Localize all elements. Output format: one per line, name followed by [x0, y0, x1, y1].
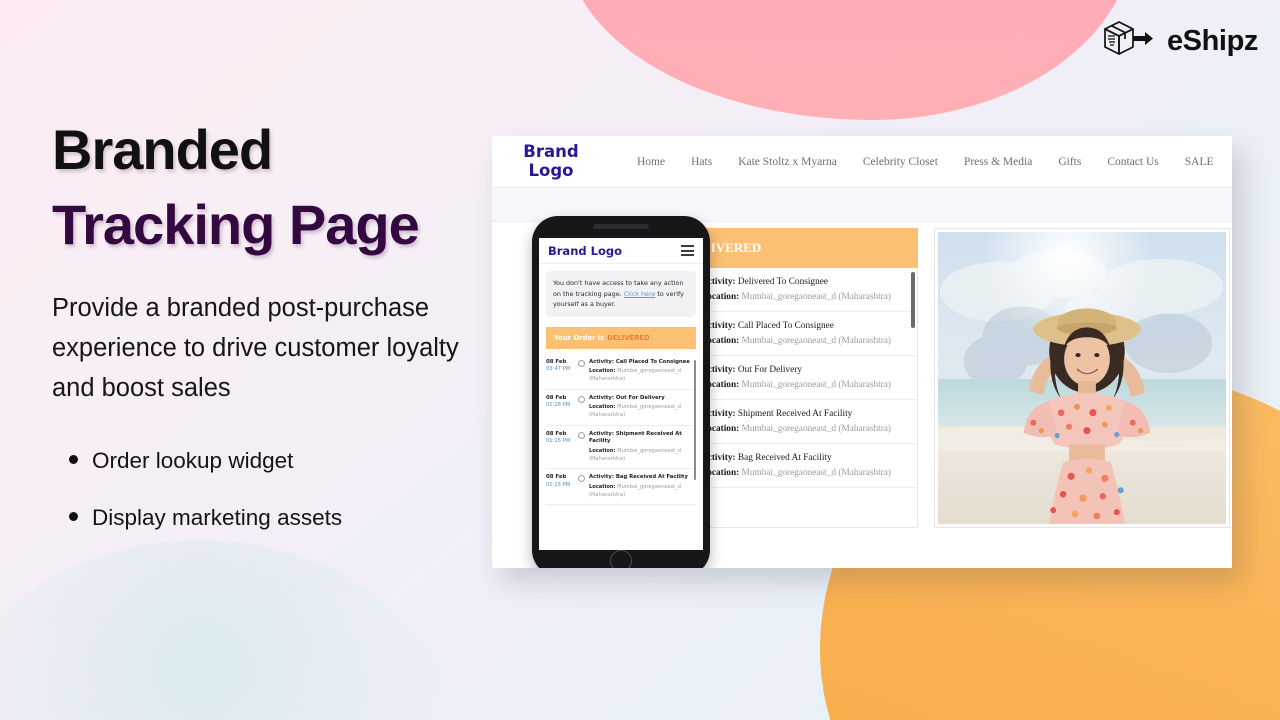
phone-screen: Brand Logo You don't have access to take…	[539, 238, 703, 550]
activity-value: Bag Received At Facility	[615, 474, 688, 481]
table-row: Activity: Bag Received At Facility Locat…	[689, 444, 917, 488]
activity-time: 01:15 PM	[546, 481, 571, 488]
headline-line-1: Branded	[52, 118, 273, 181]
table-row: Activity: Shipment Received At Facility …	[689, 400, 917, 444]
activity-date: 08 Feb	[546, 430, 567, 437]
order-status-banner-text: LIVERED	[702, 240, 762, 255]
site-navigation-bar: Brand Logo Home Hats Kate Stoltz x Myarn…	[492, 136, 1232, 188]
activity-value: Bag Received At Facility	[737, 453, 832, 463]
nav-item-home[interactable]: Home	[624, 156, 678, 168]
location-value: Mumbai_goregaoneast_d (Maharashtra)	[741, 336, 892, 346]
feature-list: Order lookup widget Display marketing as…	[52, 446, 482, 533]
marketing-asset-frame	[934, 228, 1230, 528]
activity-label: Activity:	[589, 358, 614, 365]
nav-item-sale[interactable]: SALE	[1172, 156, 1227, 168]
hero-copy: Branded Tracking Page Provide a branded …	[52, 112, 482, 561]
activity-list: Activity: Delivered To Consignee Locatio…	[688, 268, 918, 528]
list-item: Order lookup widget	[52, 446, 482, 475]
activity-label: Activity:	[589, 430, 614, 437]
location-label: Location:	[589, 404, 616, 411]
access-notice: You don't have access to take any action…	[546, 271, 696, 317]
timeline-dot-icon	[578, 395, 585, 403]
eshipz-logo-text: eShipz	[1166, 25, 1258, 57]
nav-item-kate-stoltz[interactable]: Kate Stoltz x Myarna	[725, 156, 850, 168]
nav-item-press-media[interactable]: Press & Media	[951, 156, 1045, 168]
list-item: Display marketing assets	[52, 503, 482, 532]
activity-label: Activity:	[589, 474, 614, 481]
activity-label: Activity:	[589, 394, 614, 401]
eshipz-logo: eShipz	[1099, 16, 1258, 67]
list-item: 08 Feb 01:28 PM Activity: Out For Delive…	[546, 390, 696, 426]
table-row: Activity: Call Placed To Consignee Locat…	[689, 312, 917, 356]
table-row: Activity: Delivered To Consignee Locatio…	[689, 268, 917, 312]
desktop-tracking-panel: LIVERED Activity: Delivered To Consignee…	[688, 228, 918, 528]
nav-item-celebrity-closet[interactable]: Celebrity Closet	[850, 156, 951, 168]
timeline-dot-icon	[578, 431, 585, 439]
activity-value: Call Placed To Consignee	[737, 321, 834, 331]
shipping-box-arrow-icon	[1099, 16, 1157, 67]
location-value: Mumbai_goregaoneast_d (Maharashtra)	[741, 380, 892, 390]
activity-time: 03:47 PM	[546, 366, 571, 373]
phone-header: Brand Logo	[539, 238, 703, 264]
phone-home-button[interactable]	[610, 550, 632, 568]
headline-line-2: Tracking Page	[52, 193, 420, 257]
location-label: Location:	[589, 368, 616, 375]
marketing-asset-image	[938, 232, 1226, 524]
activity-value: Out For Delivery	[615, 394, 665, 401]
nav-item-gifts[interactable]: Gifts	[1045, 156, 1094, 168]
phone-list-scrollbar[interactable]	[693, 359, 696, 480]
hero-subtitle: Provide a branded post-purchase experien…	[52, 294, 459, 403]
activity-date: 08 Feb	[546, 358, 567, 365]
phone-mockup: Brand Logo You don't have access to take…	[532, 216, 710, 568]
browser-mockup: Brand Logo Home Hats Kate Stoltz x Myarn…	[492, 136, 1232, 568]
phone-order-status-banner: Your Order is DELIVERED	[546, 326, 696, 349]
list-item: 08 Feb 01:15 PM Activity: Bag Received A…	[546, 469, 696, 506]
phone-brand-logo[interactable]: Brand Logo	[548, 244, 622, 258]
activity-list-scrollbar[interactable]	[911, 272, 915, 328]
activity-value: Out For Delivery	[737, 365, 802, 375]
order-status-banner: LIVERED	[688, 228, 918, 268]
hamburger-menu-icon[interactable]	[681, 245, 694, 256]
nav-item-hats[interactable]: Hats	[678, 156, 725, 168]
location-label: Location:	[589, 483, 616, 490]
location-value: Mumbai_goregaoneast_d (Maharashtra)	[741, 292, 892, 302]
activity-value: Delivered To Consignee	[737, 277, 828, 287]
activity-date: 08 Feb	[546, 474, 567, 481]
phone-speaker-notch	[593, 224, 649, 229]
location-label: Location:	[589, 447, 616, 454]
location-value: Mumbai_goregaoneast_d (Maharashtra)	[741, 468, 892, 478]
location-value: Mumbai_goregaoneast_d (Maharashtra)	[741, 424, 892, 434]
banner-prefix: Your Order is	[554, 333, 605, 342]
site-logo[interactable]: Brand Logo	[516, 142, 586, 180]
list-item: 08 Feb 01:15 PM Activity: Shipment Recei…	[546, 426, 696, 470]
page-title: Branded Tracking Page	[52, 112, 482, 262]
phone-activity-list: 08 Feb 03:47 PM Activity: Call Placed To…	[546, 354, 696, 550]
activity-time: 01:28 PM	[546, 402, 571, 409]
site-logo-line-1: Brand	[523, 142, 579, 162]
timeline-dot-icon	[578, 359, 585, 367]
nav-links: Home Hats Kate Stoltz x Myarna Celebrity…	[624, 156, 1227, 168]
status-badge: DELIVERED	[607, 333, 650, 342]
activity-value: Shipment Received At Facility	[737, 409, 853, 419]
table-row: Activity: Out For Delivery Location: Mum…	[689, 356, 917, 400]
activity-date: 08 Feb	[546, 394, 567, 401]
activity-value: Call Placed To Consignee	[615, 358, 690, 365]
nav-item-contact-us[interactable]: Contact Us	[1094, 156, 1171, 168]
verify-buyer-link[interactable]: Click here	[624, 290, 656, 298]
tracking-page-content: LIVERED Activity: Delivered To Consignee…	[492, 216, 1232, 568]
activity-time: 01:15 PM	[546, 438, 571, 445]
list-item: 08 Feb 03:47 PM Activity: Call Placed To…	[546, 354, 696, 390]
site-logo-line-2: Logo	[528, 160, 574, 180]
timeline-dot-icon	[578, 475, 585, 483]
